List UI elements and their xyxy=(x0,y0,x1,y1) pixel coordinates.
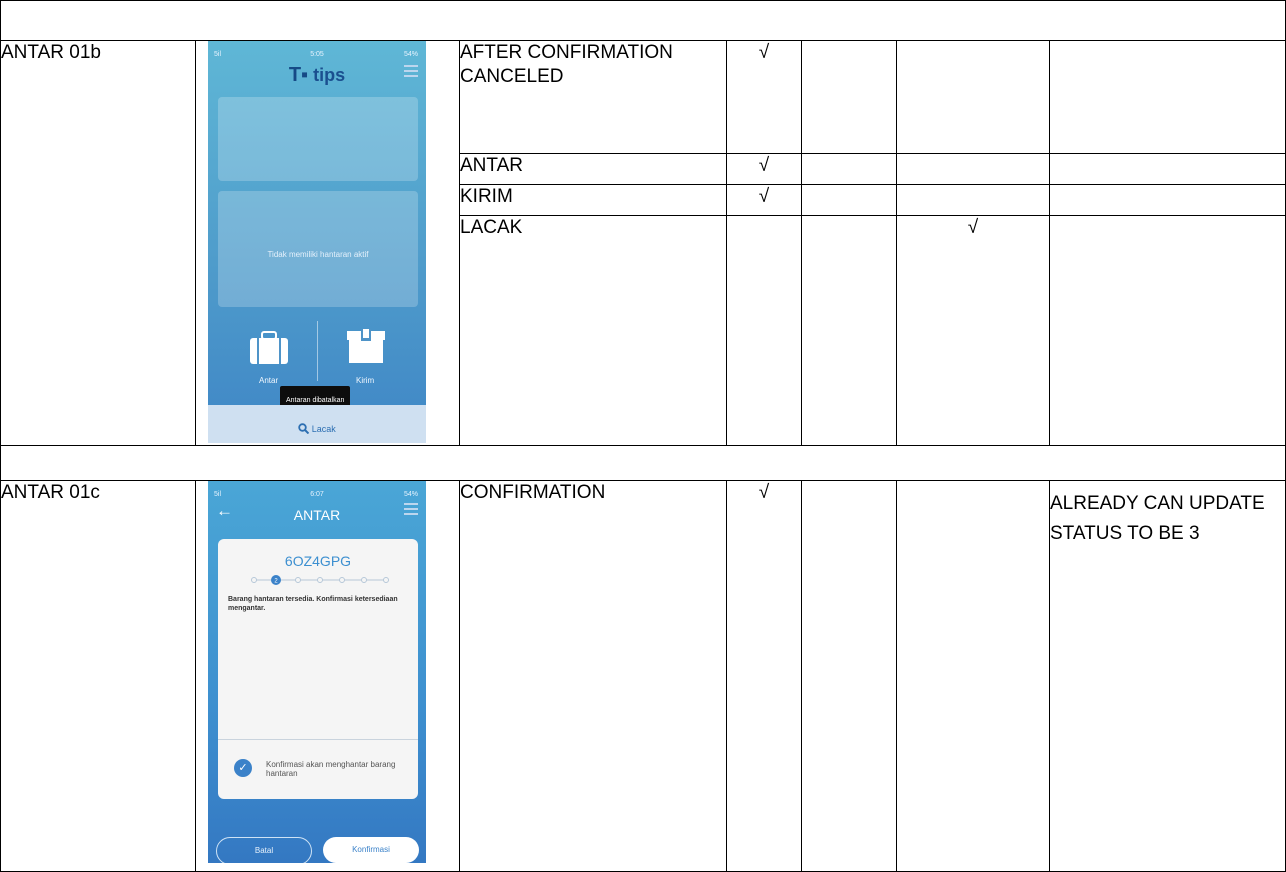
note-cell xyxy=(1049,153,1286,185)
screen-title: ANTAR xyxy=(293,507,341,523)
divider xyxy=(218,739,418,740)
check-col-2 xyxy=(801,184,897,216)
check-col-1: √ xyxy=(726,480,802,872)
antar-label[interactable]: Antar xyxy=(259,369,278,393)
check-circle-icon[interactable]: ✓ xyxy=(234,759,252,777)
check-col-2 xyxy=(801,40,897,154)
case-id: ANTAR 01c xyxy=(0,480,196,872)
search-icon xyxy=(298,423,310,435)
check-col-1: √ xyxy=(726,40,802,154)
check-col-2 xyxy=(801,480,897,872)
confirm-button[interactable]: Konfirmasi xyxy=(323,837,419,863)
lacak-button[interactable]: Lacak xyxy=(208,405,426,443)
check-col-2 xyxy=(801,153,897,185)
check-col-3 xyxy=(896,153,1050,185)
suitcase-icon[interactable] xyxy=(248,331,290,365)
confirm-note: Konfirmasi akan menghantar barang hantar… xyxy=(266,760,396,778)
item-label: ANTAR xyxy=(459,153,727,185)
check-col-1 xyxy=(726,215,802,446)
empty-message: Tidak memiliki hantaran aktif xyxy=(267,250,369,259)
item-label: KIRIM xyxy=(459,184,727,216)
check-col-3: √ xyxy=(896,215,1050,446)
item-label: AFTER CONFIRMATION CANCELED xyxy=(459,40,727,154)
kirim-label[interactable]: Kirim xyxy=(356,369,374,393)
phone-screenshot-home: 5il 5:05 54% T▪ tips Tidak memiliki hant… xyxy=(208,41,426,443)
separator-row xyxy=(0,0,1286,41)
note-cell xyxy=(1049,40,1286,154)
separator-row xyxy=(0,445,1286,481)
cancel-button[interactable]: Batal xyxy=(216,837,312,863)
banner-card xyxy=(218,97,418,181)
step-description: Barang hantaran tersedia. Konfirmasi ket… xyxy=(228,596,398,612)
note-cell xyxy=(1049,184,1286,216)
check-col-3 xyxy=(896,480,1050,872)
check-col-2 xyxy=(801,215,897,446)
status-bar: 5il 5:05 54% xyxy=(214,51,418,58)
progress-stepper: 2 xyxy=(251,575,389,585)
check-col-1: √ xyxy=(726,184,802,216)
app-logo: T▪ tips xyxy=(288,64,346,86)
check-col-3 xyxy=(896,184,1050,216)
table-row: ANTAR 01b 5il 5:05 54% T▪ tips Tidak mem… xyxy=(0,40,1286,446)
case-id: ANTAR 01b xyxy=(0,40,196,446)
divider xyxy=(317,321,318,381)
delivery-card: 6OZ4GPG 2 Barang hantaran tersedia. Konf… xyxy=(218,539,418,799)
hamburger-menu-icon[interactable] xyxy=(404,65,418,80)
box-icon[interactable] xyxy=(346,329,386,365)
check-col-1: √ xyxy=(726,153,802,185)
note-cell xyxy=(1049,215,1286,446)
table-row: ANTAR 01c 5il 6:07 54% ← ANTAR 6OZ4GPG 2… xyxy=(0,480,1286,872)
screenshot-cell: 5il 6:07 54% ← ANTAR 6OZ4GPG 2 Barang ha… xyxy=(195,480,460,872)
delivery-code: 6OZ4GPG xyxy=(284,553,352,569)
note-cell: ALREADY CAN UPDATE STATUS TO BE 3 xyxy=(1049,480,1286,872)
hamburger-menu-icon[interactable] xyxy=(404,503,418,518)
test-matrix-table: ANTAR 01b 5il 5:05 54% T▪ tips Tidak mem… xyxy=(0,0,1286,872)
item-label: CONFIRMATION xyxy=(459,480,727,872)
logo-t-icon: T▪ xyxy=(288,64,309,86)
phone-screenshot-confirmation: 5il 6:07 54% ← ANTAR 6OZ4GPG 2 Barang ha… xyxy=(208,481,426,863)
check-col-3 xyxy=(896,40,1050,154)
status-bar: 5il 6:07 54% xyxy=(214,491,418,498)
screenshot-cell: 5il 5:05 54% T▪ tips Tidak memiliki hant… xyxy=(195,40,460,446)
item-label: LACAK xyxy=(459,215,727,446)
active-deliveries-card: Tidak memiliki hantaran aktif xyxy=(218,191,418,307)
